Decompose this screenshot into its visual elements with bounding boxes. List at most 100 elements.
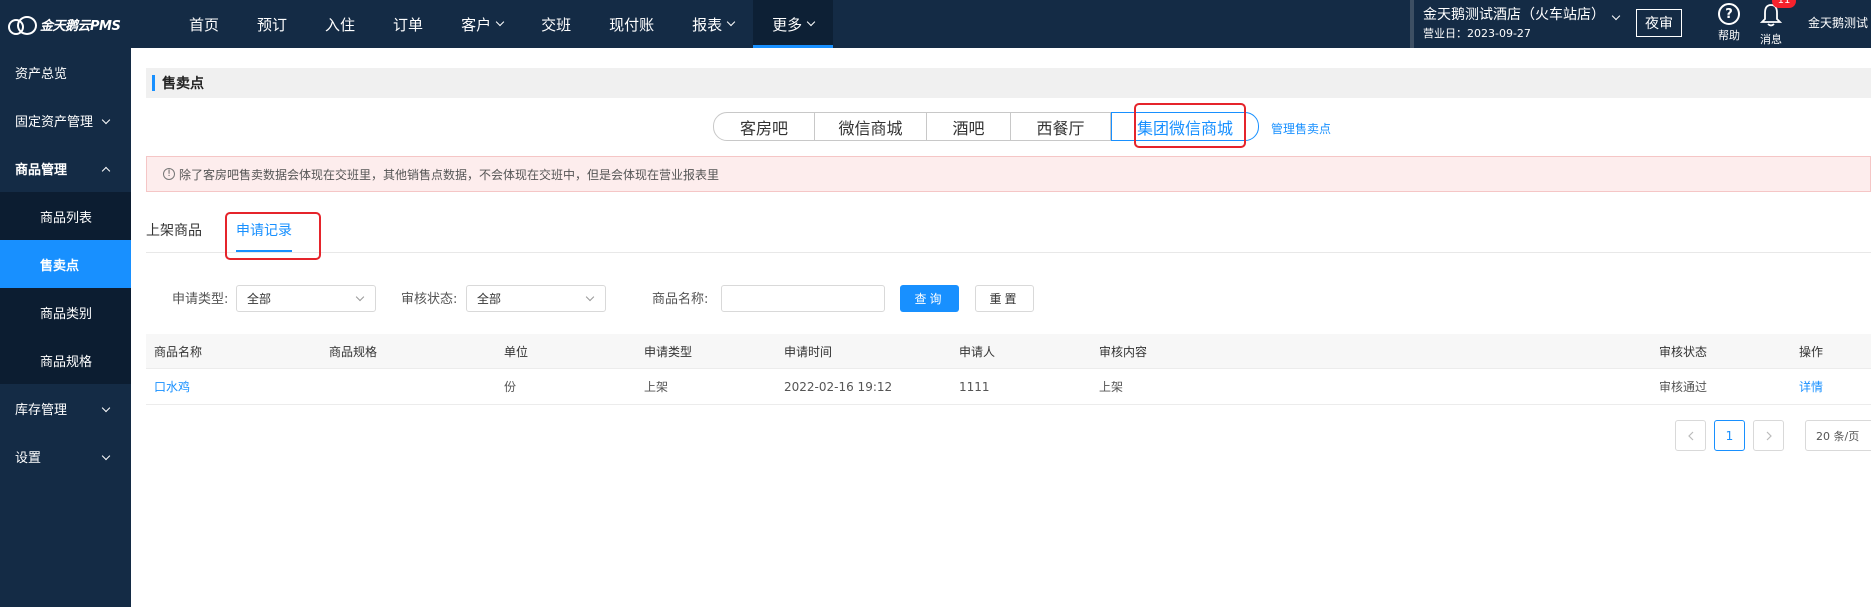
sidebar-item-asset-overview[interactable]: 资产总览 (0, 48, 131, 96)
audit-status-select[interactable]: 全部 (466, 285, 606, 312)
product-name-label: 商品名称: (652, 292, 709, 307)
record-tabs: 上架商品 申请记录 (146, 208, 1871, 253)
table-cell: 份 (504, 380, 517, 394)
chevron-down-icon (495, 17, 505, 27)
page-title-bar: 售卖点 (146, 68, 1871, 98)
sidebar-item-product-list[interactable]: 商品列表 (0, 192, 131, 240)
tab-listed-products[interactable]: 上架商品 (146, 220, 202, 240)
user-menu[interactable]: 金天鹅测试 (1808, 14, 1868, 31)
column-header: 审核内容 (1099, 344, 1148, 359)
apply-type-select[interactable]: 全部 (236, 285, 376, 312)
nav-label: 订单 (393, 15, 424, 34)
hotel-divider (1410, 0, 1414, 48)
sidebar-item-label: 商品规格 (40, 354, 93, 370)
sidebar-item-fixed-assets[interactable]: 固定资产管理 (0, 96, 131, 144)
nav-item-booking[interactable]: 预订 (238, 0, 306, 48)
outlet-switcher: 客房吧 微信商城 酒吧 西餐厅 集团微信商城 (713, 112, 1259, 141)
sidebar: 资产总览 固定资产管理 商品管理 商品列表 售卖点 商品类别 商品规格 库存管理… (0, 48, 131, 607)
active-tab-indicator (236, 250, 292, 252)
sidebar-item-label: 商品管理 (15, 162, 68, 178)
sidebar-item-product-management[interactable]: 商品管理 (0, 144, 131, 192)
hotel-selector[interactable]: 金天鹅测试酒店（火车站店） (1423, 4, 1621, 24)
messages-button[interactable]: 消息 (1756, 3, 1786, 47)
audit-status-label: 审核状态: (401, 292, 458, 307)
next-page-button[interactable] (1753, 420, 1784, 451)
nav-label: 报表 (692, 15, 723, 34)
messages-label: 消息 (1760, 33, 1782, 46)
nav-label: 首页 (189, 15, 220, 34)
prev-page-button[interactable] (1675, 420, 1706, 451)
brand-logo-text: 金天鹅云PMS (40, 18, 121, 34)
top-bar: 金天鹅云PMS 首页 预订 入住 订单 客户 交班 现付账 报表 更多 金天鹅测… (0, 0, 1871, 48)
sidebar-item-label: 库存管理 (15, 402, 68, 418)
night-audit-button[interactable]: 夜审 (1636, 9, 1682, 37)
outlet-tab-bar[interactable]: 酒吧 (927, 112, 1011, 141)
chevron-down-icon (101, 451, 111, 461)
manage-outlets-link[interactable]: 管理售卖点 (1271, 120, 1331, 137)
table-cell: 1111 (959, 379, 990, 394)
notice-banner: ! 除了客房吧售卖数据会体现在交班里，其他销售点数据，不会体现在交班中，但是会体… (146, 156, 1871, 192)
product-name-link[interactable]: 口水鸡 (154, 369, 190, 404)
table-cell: 审核通过 (1659, 380, 1708, 394)
nav-item-orders[interactable]: 订单 (374, 0, 442, 48)
table-header: 商品名称 商品规格 单位 申请类型 申请时间 申请人 审核内容 审核状态 操作 (146, 334, 1871, 369)
audit-status-value: 全部 (477, 292, 502, 306)
nav-label: 客户 (461, 15, 492, 34)
brand-logo[interactable]: 金天鹅云PMS (6, 12, 121, 36)
nav-item-cash-account[interactable]: 现付账 (590, 0, 673, 48)
chevron-down-icon (101, 115, 111, 125)
notice-text: 除了客房吧售卖数据会体现在交班里，其他销售点数据，不会体现在交班中，但是会体现在… (179, 167, 720, 182)
product-name-input[interactable] (721, 285, 885, 312)
sidebar-item-label: 设置 (15, 450, 42, 466)
message-count-badge: 11 (1772, 0, 1796, 8)
page-size-select[interactable]: 20 条/页 (1805, 420, 1871, 451)
nav-item-home[interactable]: 首页 (170, 0, 238, 48)
outlet-tab-group-wechat-mall[interactable]: 集团微信商城 (1111, 112, 1259, 141)
chevron-down-icon (101, 403, 111, 413)
sidebar-item-product-specs[interactable]: 商品规格 (0, 336, 131, 384)
nav-item-checkin[interactable]: 入住 (306, 0, 374, 48)
query-button[interactable]: 查询 (900, 285, 959, 312)
sidebar-item-label: 售卖点 (40, 258, 80, 274)
column-header: 商品规格 (329, 344, 378, 359)
sidebar-item-label: 固定资产管理 (15, 114, 94, 130)
apply-type-value: 全部 (247, 292, 272, 306)
info-icon: ! (163, 168, 175, 180)
chevron-down-icon (1611, 11, 1621, 21)
tab-application-records[interactable]: 申请记录 (236, 220, 292, 240)
help-button[interactable]: ? 帮助 (1714, 3, 1744, 43)
page-size-value: 20 条/页 (1816, 429, 1860, 443)
table-cell: 上架 (1099, 380, 1124, 394)
nav-label: 预订 (257, 15, 288, 34)
nav-item-reports[interactable]: 报表 (673, 0, 753, 48)
sidebar-item-label: 商品列表 (40, 210, 93, 226)
chevron-left-icon (1687, 431, 1693, 440)
chevron-right-icon (1766, 431, 1772, 440)
table-row: 口水鸡 份 上架 2022-02-16 19:12 1111 上架 审核通过 详… (146, 369, 1871, 405)
detail-link[interactable]: 详情 (1799, 369, 1823, 404)
reset-button[interactable]: 重置 (975, 285, 1034, 312)
sidebar-item-inventory[interactable]: 库存管理 (0, 384, 131, 432)
chevron-down-icon (806, 17, 816, 27)
apply-type-label: 申请类型: (172, 292, 229, 307)
help-label: 帮助 (1718, 29, 1740, 42)
nav-label: 现付账 (609, 15, 655, 34)
chevron-up-icon (101, 166, 111, 176)
hotel-name: 金天鹅测试酒店（火车站店） (1423, 7, 1605, 23)
outlet-tab-room-bar[interactable]: 客房吧 (713, 112, 815, 141)
nav-item-customers[interactable]: 客户 (442, 0, 522, 48)
nav-item-shift[interactable]: 交班 (522, 0, 590, 48)
table-cell: 2022-02-16 19:12 (784, 379, 893, 394)
sidebar-item-product-categories[interactable]: 商品类别 (0, 288, 131, 336)
page-number-button[interactable]: 1 (1714, 420, 1745, 451)
outlet-tab-wechat-mall[interactable]: 微信商城 (815, 112, 927, 141)
column-header: 单位 (504, 344, 529, 359)
outlet-tab-western-restaurant[interactable]: 西餐厅 (1011, 112, 1111, 141)
column-header: 申请时间 (784, 344, 833, 359)
column-header: 操作 (1799, 344, 1824, 359)
nav-item-more[interactable]: 更多 (753, 0, 834, 48)
chevron-down-icon (585, 292, 595, 302)
main-content: 售卖点 客房吧 微信商城 酒吧 西餐厅 集团微信商城 管理售卖点 ! 除了客房吧… (131, 48, 1871, 607)
sidebar-item-settings[interactable]: 设置 (0, 432, 131, 480)
sidebar-item-sales-outlets[interactable]: 售卖点 (0, 240, 131, 288)
